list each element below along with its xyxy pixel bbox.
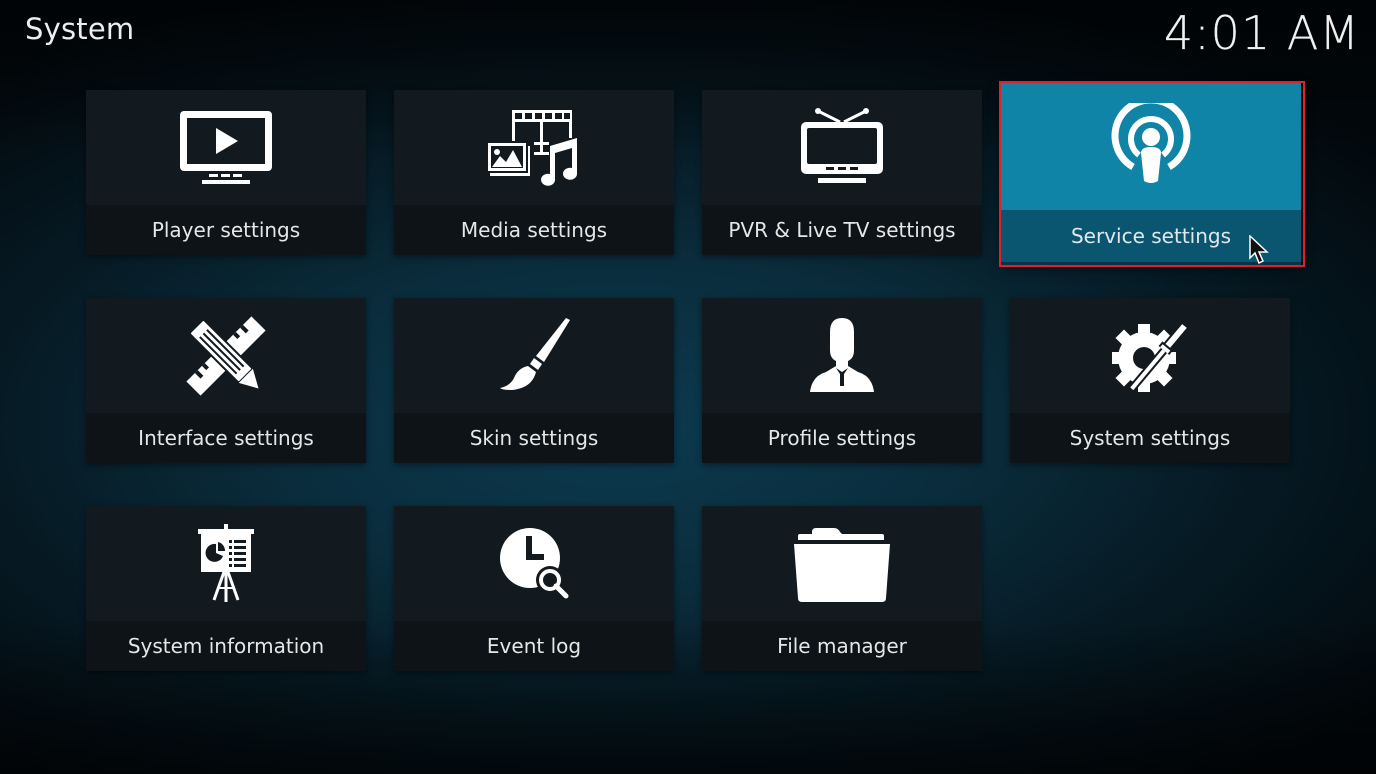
tv-antenna-icon [801, 107, 883, 183]
tile-system-information[interactable]: System information [86, 506, 366, 671]
tile-skin-settings[interactable]: Skin settings [394, 298, 674, 463]
clock: 4:01 AM [1163, 6, 1360, 60]
tile-event-log[interactable]: Event log [394, 506, 674, 671]
folder-icon [794, 527, 890, 602]
paintbrush-icon [500, 317, 570, 390]
tile-service-settings[interactable]: Service settings [1001, 83, 1301, 265]
tile-label: System information [86, 621, 366, 671]
podcast-broadcast-icon [1111, 103, 1191, 183]
tile-interface-settings[interactable]: Interface settings [86, 298, 366, 463]
tile-pvr-live-tv-settings[interactable]: PVR & Live TV settings [702, 90, 982, 255]
tile-system-settings[interactable]: System settings [1010, 298, 1290, 463]
tile-player-settings[interactable]: Player settings [86, 90, 366, 255]
tile-label: System settings [1010, 413, 1290, 463]
presentation-easel-icon [198, 523, 254, 602]
tile-label: Profile settings [702, 413, 982, 463]
media-library-icon [486, 109, 577, 186]
tile-label: File manager [702, 621, 982, 671]
tile-file-manager[interactable]: File manager [702, 506, 982, 671]
tile-label: Event log [394, 621, 674, 671]
tile-media-settings[interactable]: Media settings [394, 90, 674, 255]
gear-screwdriver-icon [1112, 320, 1190, 393]
clock-search-icon [500, 527, 569, 598]
tile-label: Interface settings [86, 413, 366, 463]
pencil-ruler-icon [186, 315, 266, 396]
tile-label: Skin settings [394, 413, 674, 463]
user-profile-icon [810, 317, 874, 392]
tile-label: PVR & Live TV settings [702, 205, 982, 255]
tile-profile-settings[interactable]: Profile settings [702, 298, 982, 463]
page-title: System [25, 12, 135, 46]
tile-label: Service settings [1001, 210, 1301, 265]
monitor-play-icon [180, 110, 272, 184]
tile-label: Player settings [86, 205, 366, 255]
tile-label: Media settings [394, 205, 674, 255]
